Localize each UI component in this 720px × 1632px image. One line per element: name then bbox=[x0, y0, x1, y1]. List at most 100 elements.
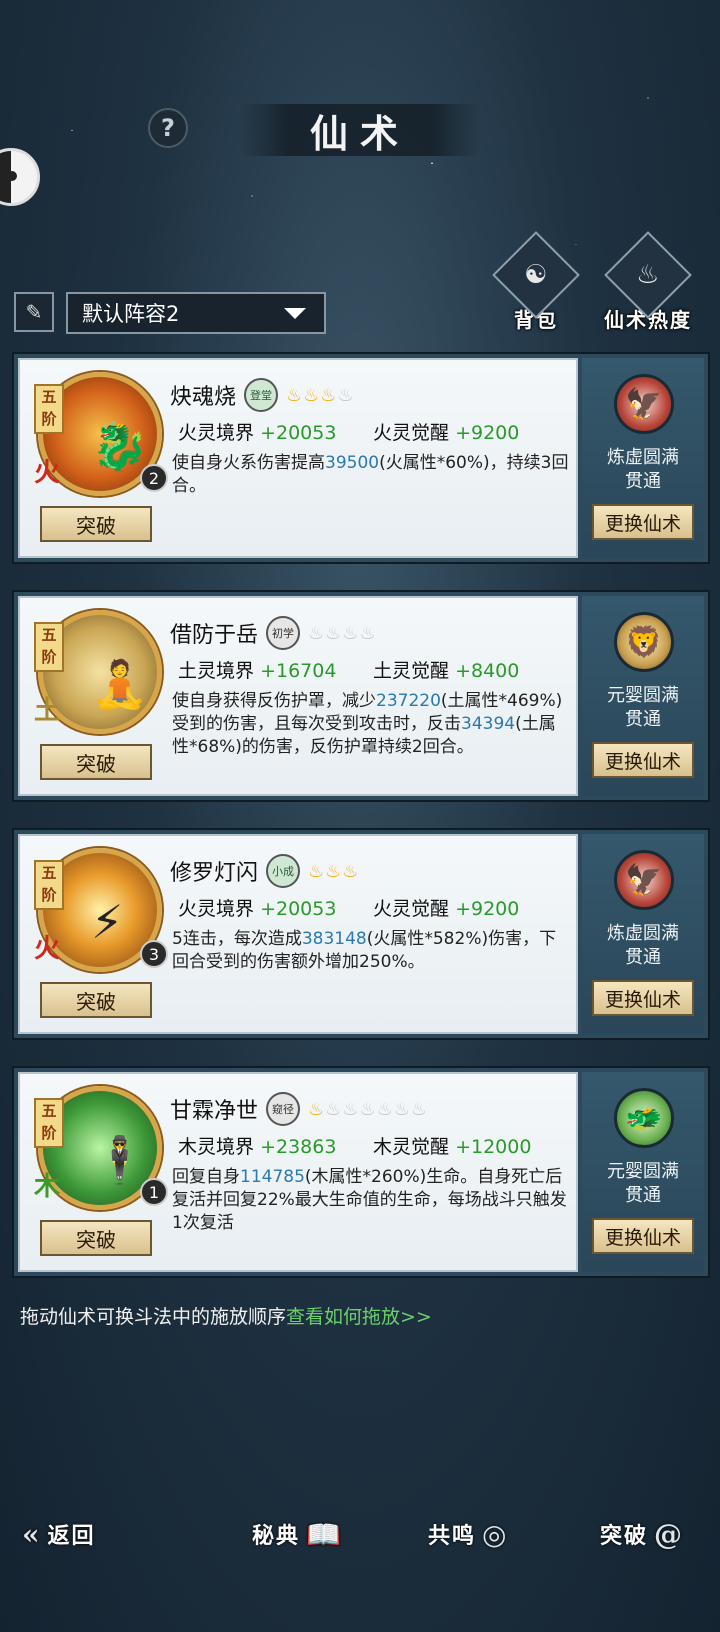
break-button[interactable]: 突破 bbox=[40, 1220, 152, 1256]
skill-card[interactable]: ⚡ 五阶 火 3 突破 修罗灯闪 小成 ♨ ♨ ♨ 火灵境界 +20053 火灵觉醒… bbox=[12, 828, 710, 1040]
breakthrough-label: 突破 bbox=[600, 1523, 649, 1549]
flame-icon: ♨ bbox=[320, 384, 337, 406]
realm-panel: 🦅 炼虚圆满 贯通 更换仙术 bbox=[582, 358, 704, 558]
swap-skill-button[interactable]: 更换仙术 bbox=[592, 742, 694, 778]
skill-card[interactable]: 🕴 五阶 木 1 突破 甘霖净世 窥径 ♨ ♨ ♨ ♨ ♨ ♨ ♨ 木灵境界 +23863 … bbox=[12, 1066, 710, 1278]
tier-badge: 五阶 bbox=[34, 384, 64, 434]
skill-description: 5连击，每次造成383148(火属性*582%)伤害，下回合受到的伤害额外增加2… bbox=[172, 928, 572, 974]
break-button[interactable]: 突破 bbox=[40, 744, 152, 780]
secret-book-button[interactable]: 秘典 📖 bbox=[252, 1510, 343, 1558]
flame-icon: ♨ bbox=[308, 622, 325, 644]
stat1-label: 土灵境界 bbox=[178, 660, 255, 682]
stat1-label: 火灵境界 bbox=[178, 898, 255, 920]
name-row: 炔魂烧 登堂 ♨ ♨ ♨ ♨ bbox=[170, 378, 354, 412]
phoenix-icon: 🦅 bbox=[614, 374, 674, 434]
resonance-button[interactable]: 共鸣 ◎ bbox=[428, 1510, 508, 1558]
swap-skill-button[interactable]: 更换仙术 bbox=[592, 980, 694, 1016]
element-mark: 火 bbox=[34, 458, 61, 488]
stat2-value: +12000 bbox=[455, 1136, 532, 1158]
skill-card-main: ⚡ 五阶 火 3 突破 修罗灯闪 小成 ♨ ♨ ♨ 火灵境界 +20053 火灵觉醒… bbox=[18, 834, 578, 1034]
flame-icon: ♨ bbox=[308, 1098, 325, 1120]
rank-badge: 小成 bbox=[266, 854, 301, 888]
element-mark: 木 bbox=[34, 1172, 61, 1202]
stat1-label: 火灵境界 bbox=[178, 422, 255, 444]
stat1-value: +20053 bbox=[260, 422, 337, 444]
skill-card[interactable]: 🐉 五阶 火 2 突破 炔魂烧 登堂 ♨ ♨ ♨ ♨ 火灵境界 +20053 火灵觉醒… bbox=[12, 352, 710, 564]
skill-description: 回复自身114785(木属性*260%)生命。自身死亡后复活并回复22%最大生命… bbox=[172, 1166, 572, 1235]
realm-line2: 贯通 bbox=[625, 709, 661, 730]
resonance-label: 共鸣 bbox=[428, 1523, 477, 1549]
break-button[interactable]: 突破 bbox=[40, 506, 152, 542]
hint-text: 拖动仙术可换斗法中的施放顺序 bbox=[20, 1306, 287, 1328]
flame-icon: ♨ bbox=[286, 384, 303, 406]
realm-line2: 贯通 bbox=[625, 947, 661, 968]
break-button[interactable]: 突破 bbox=[40, 982, 152, 1018]
stat2-label: 土灵觉醒 bbox=[373, 660, 450, 682]
realm-text: 元婴圆满 贯通 bbox=[582, 1160, 704, 1208]
skill-card[interactable]: 🧘 五阶 土 突破 借防于岳 初学 ♨ ♨ ♨ ♨ 土灵境界 +16704 土灵觉醒 … bbox=[12, 590, 710, 802]
rank-badge: 登堂 bbox=[244, 378, 279, 412]
flame-icon: ♨ bbox=[325, 622, 342, 644]
bag-button[interactable]: ☯ 背包 bbox=[488, 231, 584, 333]
tier-badge: 五阶 bbox=[34, 622, 64, 672]
skill-name: 炔魂烧 bbox=[170, 385, 237, 410]
flame-icon: ♨ bbox=[337, 384, 354, 406]
skill-name: 甘霖净世 bbox=[170, 1099, 259, 1124]
level-badge: 1 bbox=[140, 1178, 168, 1206]
stats-row: 火灵境界 +20053 火灵觉醒 +9200 bbox=[178, 418, 568, 445]
back-arrow-icon: « bbox=[22, 1517, 42, 1551]
help-button[interactable]: ? bbox=[148, 108, 188, 148]
how-to-drag-link[interactable]: 查看如何拖放>> bbox=[286, 1306, 432, 1328]
skill-description: 使自身火系伤害提高39500(火属性*60%)，持续3回合。 bbox=[172, 452, 572, 498]
flame-rating: ♨ ♨ ♨ ♨ bbox=[286, 385, 354, 406]
swap-skill-button[interactable]: 更换仙术 bbox=[592, 504, 694, 540]
rank-badge: 窥径 bbox=[266, 1092, 301, 1126]
help-icon: ? bbox=[161, 114, 175, 142]
stat2-label: 火灵觉醒 bbox=[373, 898, 450, 920]
desc-number: 114785 bbox=[240, 1167, 305, 1187]
breakthrough-button[interactable]: 突破 @ bbox=[600, 1510, 684, 1558]
flame-icon: ♨ bbox=[303, 384, 320, 406]
page-title: 仙术 bbox=[309, 110, 410, 156]
back-button[interactable]: « 返回 bbox=[22, 1510, 96, 1558]
brush-button[interactable]: ✎ bbox=[14, 292, 54, 332]
flame-icon: ♨ bbox=[342, 860, 359, 882]
stat2-label: 火灵觉醒 bbox=[373, 422, 450, 444]
stat2-value: +8400 bbox=[455, 660, 520, 682]
skill-description: 使自身获得反伤护罩，减少237220(土属性*469%)受到的伤害，且每次受到攻… bbox=[172, 690, 572, 759]
stat2-value: +9200 bbox=[455, 898, 520, 920]
rising-figure-icon: 🕴 bbox=[91, 1133, 149, 1187]
stat1-value: +16704 bbox=[260, 660, 337, 682]
realm-line2: 贯通 bbox=[625, 1185, 661, 1206]
desc-number: 34394 bbox=[461, 714, 516, 734]
realm-text: 炼虚圆满 贯通 bbox=[582, 446, 704, 494]
flame-icon: ♨ bbox=[393, 1098, 410, 1120]
stat1-value: +23863 bbox=[260, 1136, 337, 1158]
realm-panel: 🦁 元婴圆满 贯通 更换仙术 bbox=[582, 596, 704, 796]
skill-heat-button[interactable]: ♨ 仙术热度 bbox=[600, 231, 696, 333]
realm-line1: 炼虚圆满 bbox=[607, 447, 679, 468]
blade-flash-icon: ⚡ bbox=[91, 895, 124, 949]
level-badge: 3 bbox=[140, 940, 168, 968]
title-bar: 仙术 bbox=[240, 104, 480, 156]
realm-line2: 贯通 bbox=[625, 471, 661, 492]
stat1-label: 木灵境界 bbox=[178, 1136, 255, 1158]
qilin-icon: 🦁 bbox=[614, 612, 674, 672]
swap-skill-button[interactable]: 更换仙术 bbox=[592, 1218, 694, 1254]
dragon-figure-icon: 🐉 bbox=[91, 419, 149, 473]
desc-number: 383148 bbox=[301, 929, 367, 949]
lineup-select[interactable]: 默认阵容2 bbox=[66, 292, 326, 334]
flame-icon: ♨ bbox=[342, 1098, 359, 1120]
realm-line1: 元婴圆满 bbox=[607, 685, 679, 706]
realm-text: 炼虚圆满 贯通 bbox=[582, 922, 704, 970]
stat2-label: 木灵觉醒 bbox=[373, 1136, 450, 1158]
desc-text: 使自身火系伤害提高 bbox=[172, 453, 325, 473]
flame-rating: ♨ ♨ ♨ ♨ ♨ ♨ ♨ bbox=[308, 1099, 427, 1120]
realm-text: 元婴圆满 贯通 bbox=[582, 684, 704, 732]
flame-rating: ♨ ♨ ♨ ♨ bbox=[308, 623, 376, 644]
green-dragon-icon: 🐲 bbox=[614, 1088, 674, 1148]
tier-badge: 五阶 bbox=[34, 860, 64, 910]
flame-icon: ♨ bbox=[308, 860, 325, 882]
element-mark: 土 bbox=[34, 696, 61, 726]
name-row: 甘霖净世 窥径 ♨ ♨ ♨ ♨ ♨ ♨ ♨ bbox=[170, 1092, 427, 1126]
